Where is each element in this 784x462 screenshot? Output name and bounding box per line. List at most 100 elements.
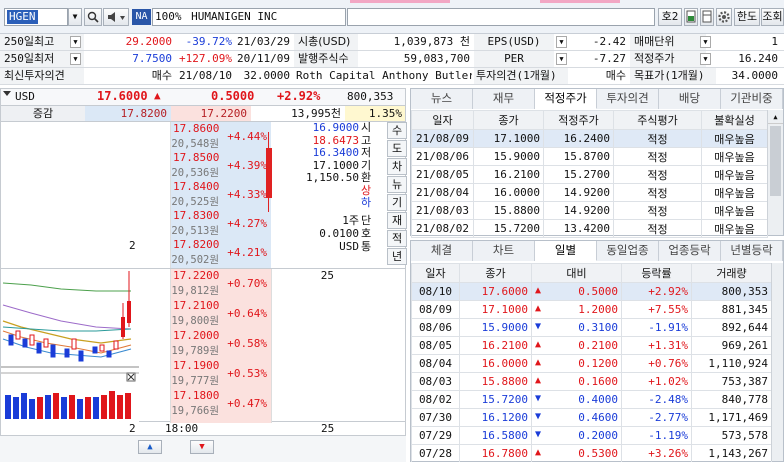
table-row[interactable]: 21/08/09 17.1000 16.2400 적정 매우높음 xyxy=(411,129,768,148)
scroll-down-button[interactable]: ▼ xyxy=(190,440,214,454)
ask-rate: +4.27% xyxy=(227,217,267,230)
tab-3[interactable]: 동일업종 xyxy=(597,241,659,261)
bid-reference: 17.2200 xyxy=(171,106,251,121)
tab-5[interactable]: 년별등락 xyxy=(721,241,783,261)
table-cell: 15.9000 xyxy=(473,147,544,166)
column-header: 일자 xyxy=(411,263,460,283)
down-triangle-icon: ▼ xyxy=(535,321,542,332)
stat-fx: 1,150.50 xyxy=(306,171,359,184)
side-button[interactable]: 수 xyxy=(387,122,407,139)
chevron-down-icon[interactable]: ▼ xyxy=(700,36,711,48)
table-row[interactable]: 08/04 16.0000 ▲ 0.1200 +0.76% 1,110,924 xyxy=(411,354,772,373)
tab-4[interactable]: 업종등락 xyxy=(659,241,721,261)
up-triangle-icon: ▲ xyxy=(535,357,542,368)
side-button[interactable]: 년 xyxy=(387,248,407,265)
quote-number-button[interactable]: 호2 xyxy=(658,8,682,26)
tab-3[interactable]: 투자의견 xyxy=(597,89,659,109)
tab-5[interactable]: 기관비중 xyxy=(721,89,783,109)
side-button[interactable]: 도 xyxy=(387,140,407,157)
table-row[interactable]: 21/08/05 16.2100 15.2700 적정 매우높음 xyxy=(411,165,768,184)
gear-icon[interactable] xyxy=(716,8,732,26)
label-per: PER xyxy=(474,51,554,67)
side-button[interactable]: 적 xyxy=(387,230,407,247)
ask-rate: +4.33% xyxy=(227,188,267,201)
table-row[interactable]: 21/08/02 15.7200 13.4200 적정 매우높음 xyxy=(411,219,768,238)
cell-rate: +3.26% xyxy=(621,444,692,462)
page-icon[interactable] xyxy=(684,8,698,26)
mini-chart-svg xyxy=(1,271,139,419)
bid-krw: 19,812원 xyxy=(171,285,219,297)
label-eps: EPS(USD) xyxy=(474,34,554,50)
tab-1[interactable]: 차트 xyxy=(473,241,535,261)
side-button[interactable]: 뉴 xyxy=(387,176,407,193)
scroll-up-icon[interactable]: ▲ xyxy=(768,110,783,124)
change-value: 0.1600 xyxy=(578,375,618,388)
table-row[interactable]: 08/05 16.2100 ▲ 0.2100 +1.31% 969,261 xyxy=(411,336,772,355)
scroll-up-button[interactable]: ▲ xyxy=(138,440,162,454)
tab-0[interactable]: 뉴스 xyxy=(411,89,473,109)
label-fair-price: 적정주가 xyxy=(630,51,706,67)
cell-change: ▼ 0.4000 xyxy=(531,390,622,409)
cell-volume: 1,110,924 xyxy=(691,354,772,373)
side-button[interactable]: 기 xyxy=(387,194,407,211)
bid-rate: +0.58% xyxy=(227,337,267,350)
tab-4[interactable]: 배당 xyxy=(659,89,721,109)
chevron-down-icon[interactable]: ▼ xyxy=(556,36,567,48)
ask-krw: 20,502원 xyxy=(171,254,219,266)
cell-change: ▼ 0.2000 xyxy=(531,426,622,445)
side-button[interactable]: 재 xyxy=(387,212,407,229)
table-row[interactable]: 08/06 15.9000 ▼ 0.3100 -1.91% 892,644 xyxy=(411,318,772,337)
na-badge: NA xyxy=(132,9,151,25)
top-table-scrollbar[interactable]: ▲ xyxy=(767,110,783,235)
table-row[interactable]: 08/09 17.1000 ▲ 1.2000 +7.55% 881,345 xyxy=(411,300,772,319)
value-eps: -2.42 xyxy=(592,35,626,48)
cell-volume: 892,644 xyxy=(691,318,772,337)
cell-close: 16.2100 xyxy=(459,336,532,355)
code-dropdown-button[interactable]: ▼ xyxy=(68,8,82,26)
tab-2[interactable]: 적정주가 xyxy=(535,89,597,109)
ask-krw: 20,536원 xyxy=(171,167,219,179)
tab-2[interactable]: 일별 xyxy=(535,241,597,261)
stat-label: 시 xyxy=(361,121,372,134)
change-value: 0.2100 xyxy=(578,339,618,352)
table-cell: 16.2400 xyxy=(543,129,614,148)
speaker-icon[interactable] xyxy=(103,8,129,26)
table-row[interactable]: 08/10 17.6000 ▲ 0.5000 +2.92% 800,353 xyxy=(411,282,772,301)
bid-price: 17.1900 xyxy=(173,359,220,372)
query-button[interactable]: 조회 xyxy=(761,8,784,26)
table-row[interactable]: 07/28 16.7800 ▲ 0.5300 +3.26% 1,143,267 xyxy=(411,444,772,462)
bid-price: 17.1800 xyxy=(173,389,220,402)
table-row[interactable]: 08/02 15.7200 ▼ 0.4000 -2.48% 840,778 xyxy=(411,390,772,409)
table-row[interactable]: 21/08/03 15.8800 14.9200 적정 매우높음 xyxy=(411,201,768,220)
table-row[interactable]: 07/30 16.1200 ▼ 0.4600 -2.77% 1,171,469 xyxy=(411,408,772,427)
bottom-table-scrollbar[interactable] xyxy=(771,263,783,461)
chevron-down-icon[interactable]: ▼ xyxy=(556,53,567,65)
cell-date: 08/10 xyxy=(411,282,460,301)
cell-rate: -1.91% xyxy=(621,318,692,337)
cell-close: 16.0000 xyxy=(459,354,532,373)
chevron-down-icon[interactable]: ▼ xyxy=(70,53,81,65)
table-row[interactable]: 21/08/04 16.0000 14.9200 적정 매우높음 xyxy=(411,183,768,202)
search-icon[interactable] xyxy=(84,8,102,26)
layout-icon[interactable] xyxy=(700,8,714,26)
chevron-down-icon[interactable]: ▼ xyxy=(700,53,711,65)
tab-1[interactable]: 재무 xyxy=(473,89,535,109)
price-header: USD 17.6000 ▲ 0.5000 +2.92% 800,353 xyxy=(0,88,406,106)
table-row[interactable]: 08/03 15.8800 ▲ 0.1600 +1.02% 753,387 xyxy=(411,372,772,391)
limit-button[interactable]: 한도 xyxy=(734,8,760,26)
table-row[interactable]: 07/29 16.5800 ▼ 0.2000 -1.19% 573,578 xyxy=(411,426,772,445)
chevron-down-icon[interactable]: ▼ xyxy=(70,36,81,48)
cell-rate: +1.31% xyxy=(621,336,692,355)
table-row[interactable]: 21/08/06 15.9000 15.8700 적정 매우높음 xyxy=(411,147,768,166)
top-tab-row: 뉴스 재무 적정주가 투자의견 배당 기관비중 xyxy=(411,89,783,109)
cell-date: 08/04 xyxy=(411,354,460,373)
stock-code-input[interactable]: HGEN xyxy=(4,8,68,26)
stat-low: 16.3400 xyxy=(312,146,359,159)
up-triangle-icon: ▲ xyxy=(535,285,542,296)
table-cell: 21/08/05 xyxy=(411,165,474,184)
unit-currency: USD xyxy=(339,240,359,253)
side-button[interactable]: 차 xyxy=(387,158,407,175)
scroll-thumb[interactable] xyxy=(770,126,781,196)
bottom-tab-row: 체결 차트 일별 동일업종 업종등락 년별등락 xyxy=(411,241,783,261)
tab-0[interactable]: 체결 xyxy=(411,241,473,261)
